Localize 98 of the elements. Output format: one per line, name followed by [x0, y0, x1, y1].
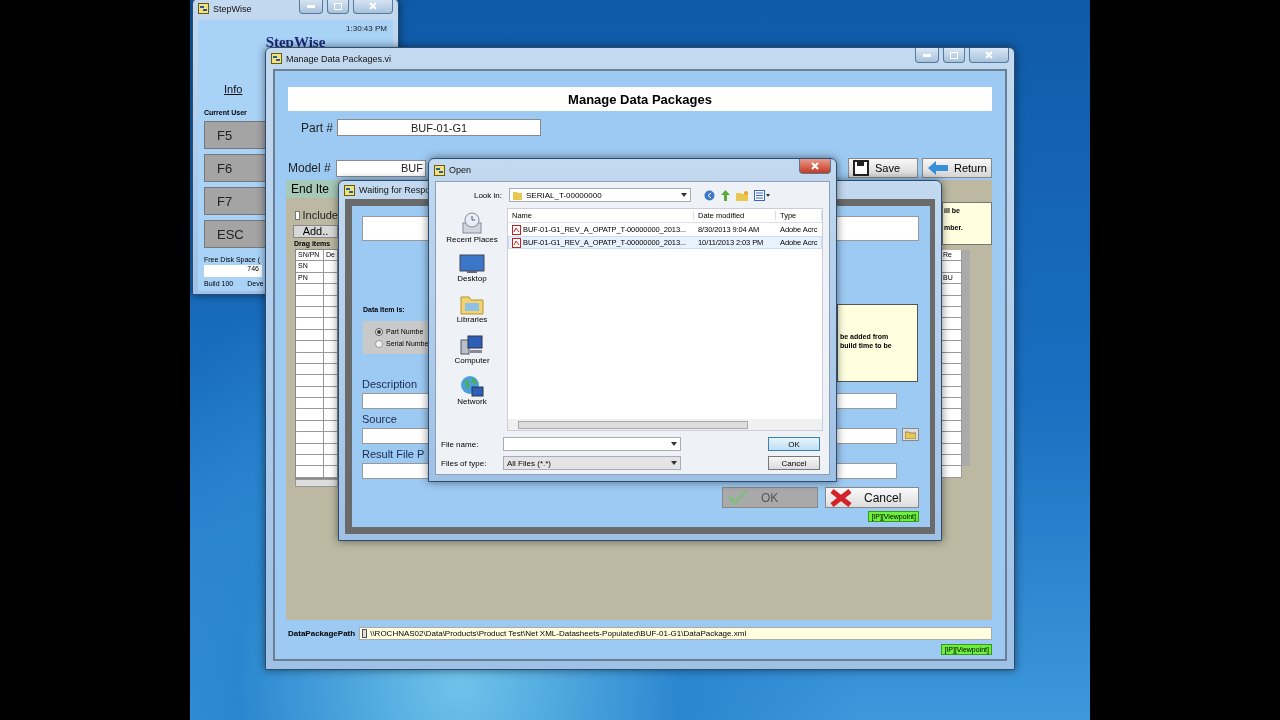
- app-icon: [198, 3, 209, 14]
- close-button[interactable]: [799, 159, 831, 174]
- maximize-button[interactable]: [943, 48, 965, 63]
- panel-tab[interactable]: End Ite: [286, 180, 338, 198]
- radio-button[interactable]: [375, 327, 383, 336]
- close-button[interactable]: [353, 0, 393, 14]
- place-item[interactable]: Recent Places: [446, 211, 498, 244]
- horizontal-scrollbar[interactable]: [295, 478, 338, 487]
- folder-icon: [905, 430, 916, 439]
- file-name-label: File name:: [441, 439, 480, 449]
- save-button[interactable]: Save: [848, 158, 918, 178]
- close-icon: [985, 51, 993, 59]
- monitor-icon: [459, 254, 485, 274]
- up-arrow-icon[interactable]: [720, 189, 731, 201]
- look-in-value: SERIAL_T-00000000: [526, 190, 602, 200]
- browse-button[interactable]: [902, 428, 919, 441]
- horizontal-scrollbar[interactable]: [508, 419, 822, 430]
- pdf-file-icon: [512, 224, 521, 235]
- maximize-icon: [950, 51, 958, 59]
- path-field[interactable]: \\ROCHNAS02\Data\Products\Product Test\Net XML-Datasheets-Populated\BUF-01-G1\DataPackage.xml: [359, 627, 992, 640]
- pdf-file-icon: [512, 237, 521, 248]
- computer-icon: [460, 334, 484, 356]
- place-item[interactable]: Network: [457, 375, 487, 406]
- table-cell: [942, 341, 962, 353]
- caret-icon: [671, 461, 677, 465]
- file-type-value: All Files (*.*): [507, 458, 551, 468]
- path-label: DataPackagePath: [288, 629, 356, 638]
- maximize-icon: [334, 2, 342, 10]
- place-item[interactable]: Computer: [454, 334, 490, 365]
- function-key-button[interactable]: F6: [204, 154, 266, 182]
- function-key-button[interactable]: F5: [204, 121, 266, 149]
- part-field[interactable]: BUF-01-G1: [337, 119, 541, 136]
- table-cell: [942, 318, 962, 330]
- table-cell: [942, 295, 962, 307]
- file-type-label: Files of type:: [441, 458, 488, 468]
- add-button[interactable]: Add..: [293, 225, 338, 238]
- app-icon: [271, 53, 282, 64]
- check-mark-icon: [727, 488, 749, 507]
- close-button[interactable]: [969, 48, 1009, 63]
- source-label: Source: [362, 413, 397, 425]
- cancel-button[interactable]: Cancel: [825, 487, 919, 508]
- return-button[interactable]: Return: [922, 158, 992, 178]
- part-label: Part #: [300, 120, 333, 135]
- page-heading: Manage Data Packages: [288, 87, 992, 111]
- view-menu-icon[interactable]: [754, 189, 770, 201]
- cancel-button[interactable]: Cancel: [768, 456, 820, 470]
- table-cell: [942, 432, 962, 444]
- back-icon[interactable]: [704, 189, 715, 201]
- close-icon: [369, 2, 377, 10]
- close-icon: [811, 162, 819, 170]
- window-title: StepWise: [213, 3, 252, 14]
- app-icon: [434, 164, 445, 176]
- table-cell: [942, 284, 962, 296]
- file-name-field[interactable]: [503, 437, 681, 451]
- look-in-label: Look in:: [472, 190, 502, 200]
- app-icon: [344, 184, 355, 196]
- model-label: Model #: [288, 161, 330, 175]
- include-checkbox[interactable]: [295, 210, 300, 220]
- place-item[interactable]: Libraries: [456, 293, 488, 324]
- table-cell: [942, 455, 962, 467]
- function-key-button[interactable]: F7: [204, 187, 266, 215]
- minimize-button[interactable]: [299, 0, 323, 14]
- file-type-dropdown[interactable]: All Files (*.*): [503, 456, 681, 470]
- table-cell: [942, 352, 962, 364]
- path-text: \\ROCHNAS02\Data\Products\Product Test\Net XML-Datasheets-Populated\BUF-01-G1\DataPackage.xml: [370, 629, 747, 638]
- function-key-button[interactable]: ESC: [204, 220, 266, 248]
- table-cell: [942, 375, 962, 387]
- folder-icon: [460, 293, 484, 315]
- vertical-scrollbar[interactable]: [962, 250, 970, 467]
- window-title: Open: [449, 165, 472, 175]
- path-icon: [362, 629, 368, 638]
- minimize-icon: [307, 4, 315, 8]
- ok-button[interactable]: OK: [768, 437, 820, 451]
- app-logo: StepWise: [265, 34, 326, 51]
- include-label: Include: [302, 209, 338, 221]
- look-in-dropdown[interactable]: SERIAL_T-00000000: [509, 188, 691, 202]
- radio-button[interactable]: [375, 339, 383, 348]
- minimize-icon: [923, 53, 931, 57]
- clock-time: 1:30:43 PM: [346, 24, 387, 33]
- info-link[interactable]: Info: [224, 83, 243, 95]
- description-label: Description: [362, 378, 418, 390]
- model-field[interactable]: BUF: [336, 159, 426, 177]
- table-cell: [942, 261, 962, 273]
- maximize-button[interactable]: [327, 0, 349, 14]
- folder-icon: [513, 190, 522, 200]
- result-file-label: Result File P: [362, 448, 425, 460]
- minimize-button[interactable]: [915, 48, 939, 63]
- left-arrow-icon: [927, 160, 948, 176]
- recent-places-icon: [460, 211, 484, 235]
- cross-icon: [830, 488, 852, 507]
- caret-icon: [681, 193, 687, 197]
- window-title: Manage Data Packages.vi: [286, 53, 392, 64]
- network-globe-icon: [460, 375, 484, 397]
- table-cell: [942, 409, 962, 421]
- caret-icon: [671, 442, 677, 446]
- table-cell: [942, 466, 962, 478]
- place-item[interactable]: Desktop: [457, 254, 487, 283]
- table-cell: [942, 398, 962, 410]
